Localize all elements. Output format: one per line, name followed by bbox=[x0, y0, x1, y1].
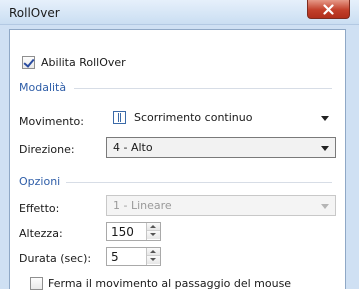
chevron-down-icon bbox=[321, 116, 329, 121]
effect-select[interactable]: 1 - Lineare bbox=[106, 195, 336, 216]
movement-label: Movimento: bbox=[19, 115, 84, 128]
height-label: Altezza: bbox=[19, 227, 63, 240]
direction-label: Direzione: bbox=[19, 143, 75, 156]
pause-on-hover-checkbox[interactable] bbox=[30, 277, 43, 290]
duration-stepper[interactable]: 5 bbox=[106, 247, 161, 266]
decrement-icon[interactable] bbox=[147, 231, 160, 239]
enable-rollover-checkbox[interactable] bbox=[22, 56, 35, 69]
increment-icon[interactable] bbox=[147, 248, 160, 256]
group-mode-divider bbox=[74, 88, 332, 89]
direction-value: 4 - Alto bbox=[113, 141, 153, 154]
group-options-divider bbox=[66, 182, 332, 183]
height-value[interactable]: 150 bbox=[111, 225, 134, 239]
close-icon bbox=[323, 3, 334, 15]
enable-rollover-label[interactable]: Abilita RollOver bbox=[41, 56, 126, 69]
direction-select[interactable]: 4 - Alto bbox=[106, 137, 336, 158]
group-mode-label: Modalità bbox=[19, 81, 67, 94]
movement-select[interactable]: Scorrimento continuo bbox=[106, 107, 336, 128]
group-options-label: Opzioni bbox=[19, 175, 61, 188]
window-title: RollOver bbox=[9, 6, 60, 20]
scroll-icon bbox=[113, 111, 126, 124]
duration-label: Durata (sec): bbox=[19, 252, 92, 265]
increment-icon[interactable] bbox=[147, 223, 160, 231]
effect-label: Effetto: bbox=[19, 202, 60, 215]
effect-value: 1 - Lineare bbox=[113, 199, 172, 212]
duration-stepper-buttons[interactable] bbox=[146, 248, 160, 265]
close-button[interactable] bbox=[307, 0, 350, 19]
decrement-icon[interactable] bbox=[147, 256, 160, 264]
height-stepper[interactable]: 150 bbox=[106, 222, 161, 241]
height-stepper-buttons[interactable] bbox=[146, 223, 160, 240]
movement-value: Scorrimento continuo bbox=[134, 111, 253, 124]
pause-on-hover-label[interactable]: Ferma il movimento al passaggio del mous… bbox=[48, 277, 291, 290]
duration-value[interactable]: 5 bbox=[111, 250, 119, 264]
title-bar[interactable]: RollOver bbox=[0, 0, 359, 25]
rollover-dialog: RollOver Abilita RollOver Modalità Movim… bbox=[0, 0, 359, 290]
chevron-down-icon bbox=[321, 204, 329, 209]
dialog-content: Abilita RollOver Modalità Movimento: Sco… bbox=[9, 29, 346, 290]
chevron-down-icon bbox=[321, 146, 329, 151]
